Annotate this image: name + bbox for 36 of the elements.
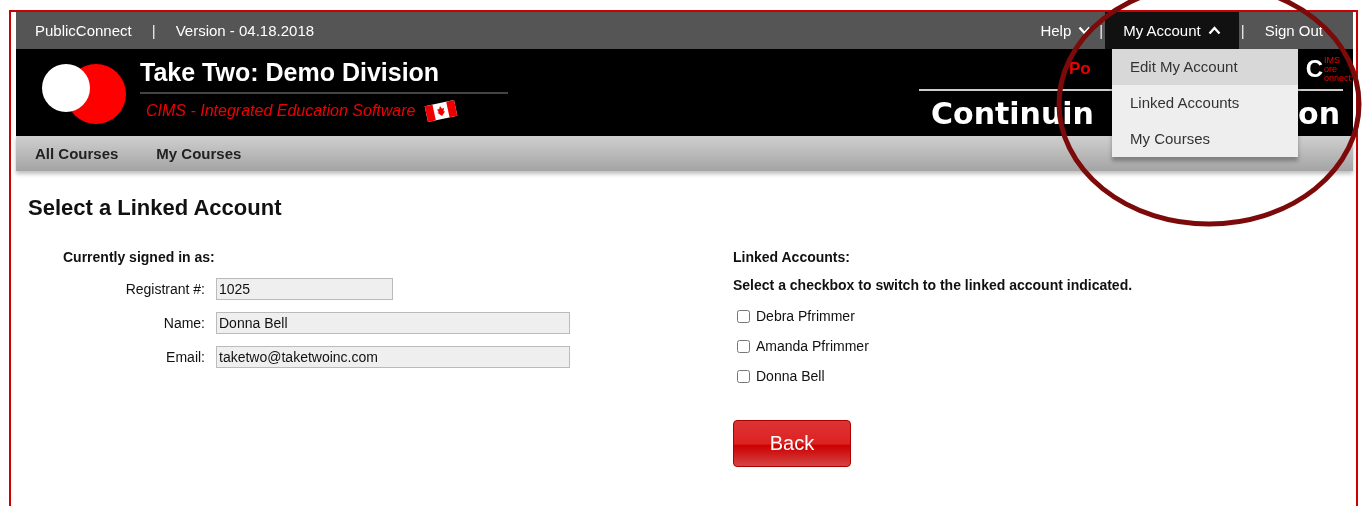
checkbox-label: Amanda Pfrimmer (756, 338, 869, 354)
input-field[interactable]: taketwo@taketwoinc.com (216, 346, 570, 368)
banner-heading: Continuin (931, 95, 1094, 131)
separator: | (1240, 22, 1245, 39)
site-subtitle: CIMS - Integrated Education Software (146, 102, 416, 120)
banner-heading: on (1298, 95, 1340, 131)
separator: | (1099, 22, 1104, 39)
version-text: Version - 04.18.2018 (175, 22, 315, 39)
tagline-text: Po (1069, 59, 1091, 79)
checkbox-label: Debra Pfrimmer (756, 308, 855, 324)
instruction-text: Select a checkbox to switch to the linked account indicated. (733, 277, 1133, 293)
field-label: Email: (166, 349, 205, 365)
input-field[interactable]: 1025 (216, 278, 393, 300)
section-heading: Currently signed in as: (63, 249, 215, 265)
field-label: Registrant #: (125, 281, 205, 297)
checkbox[interactable] (737, 339, 750, 353)
menu-toggle[interactable]: My Account (1105, 12, 1239, 49)
back-button[interactable]: Back (733, 420, 851, 467)
logo-icon (40, 61, 128, 124)
field-label: Name: (163, 315, 205, 331)
checkbox[interactable] (737, 309, 750, 323)
nav-link[interactable]: All Courses (35, 145, 119, 162)
input-field[interactable]: Donna Bell (216, 312, 570, 334)
nav-link[interactable]: My Courses (156, 145, 242, 162)
checkbox[interactable] (737, 369, 750, 383)
checkbox-label: Donna Bell (756, 368, 825, 384)
menu-item[interactable]: My Courses (1112, 121, 1298, 157)
menu-item[interactable]: Linked Accounts (1112, 85, 1298, 121)
top-link[interactable]: PublicConnect (35, 22, 132, 39)
menu-toggle[interactable]: Help (1022, 12, 1098, 49)
section-heading: Linked Accounts: (733, 249, 850, 265)
menu-item[interactable]: Edit My Account (1112, 49, 1298, 85)
site-title: Take Two: Demo Division (140, 58, 508, 94)
page-heading: Select a Linked Account (28, 195, 282, 221)
top-link[interactable]: Sign Out (1264, 22, 1323, 39)
separator: | (151, 22, 156, 39)
